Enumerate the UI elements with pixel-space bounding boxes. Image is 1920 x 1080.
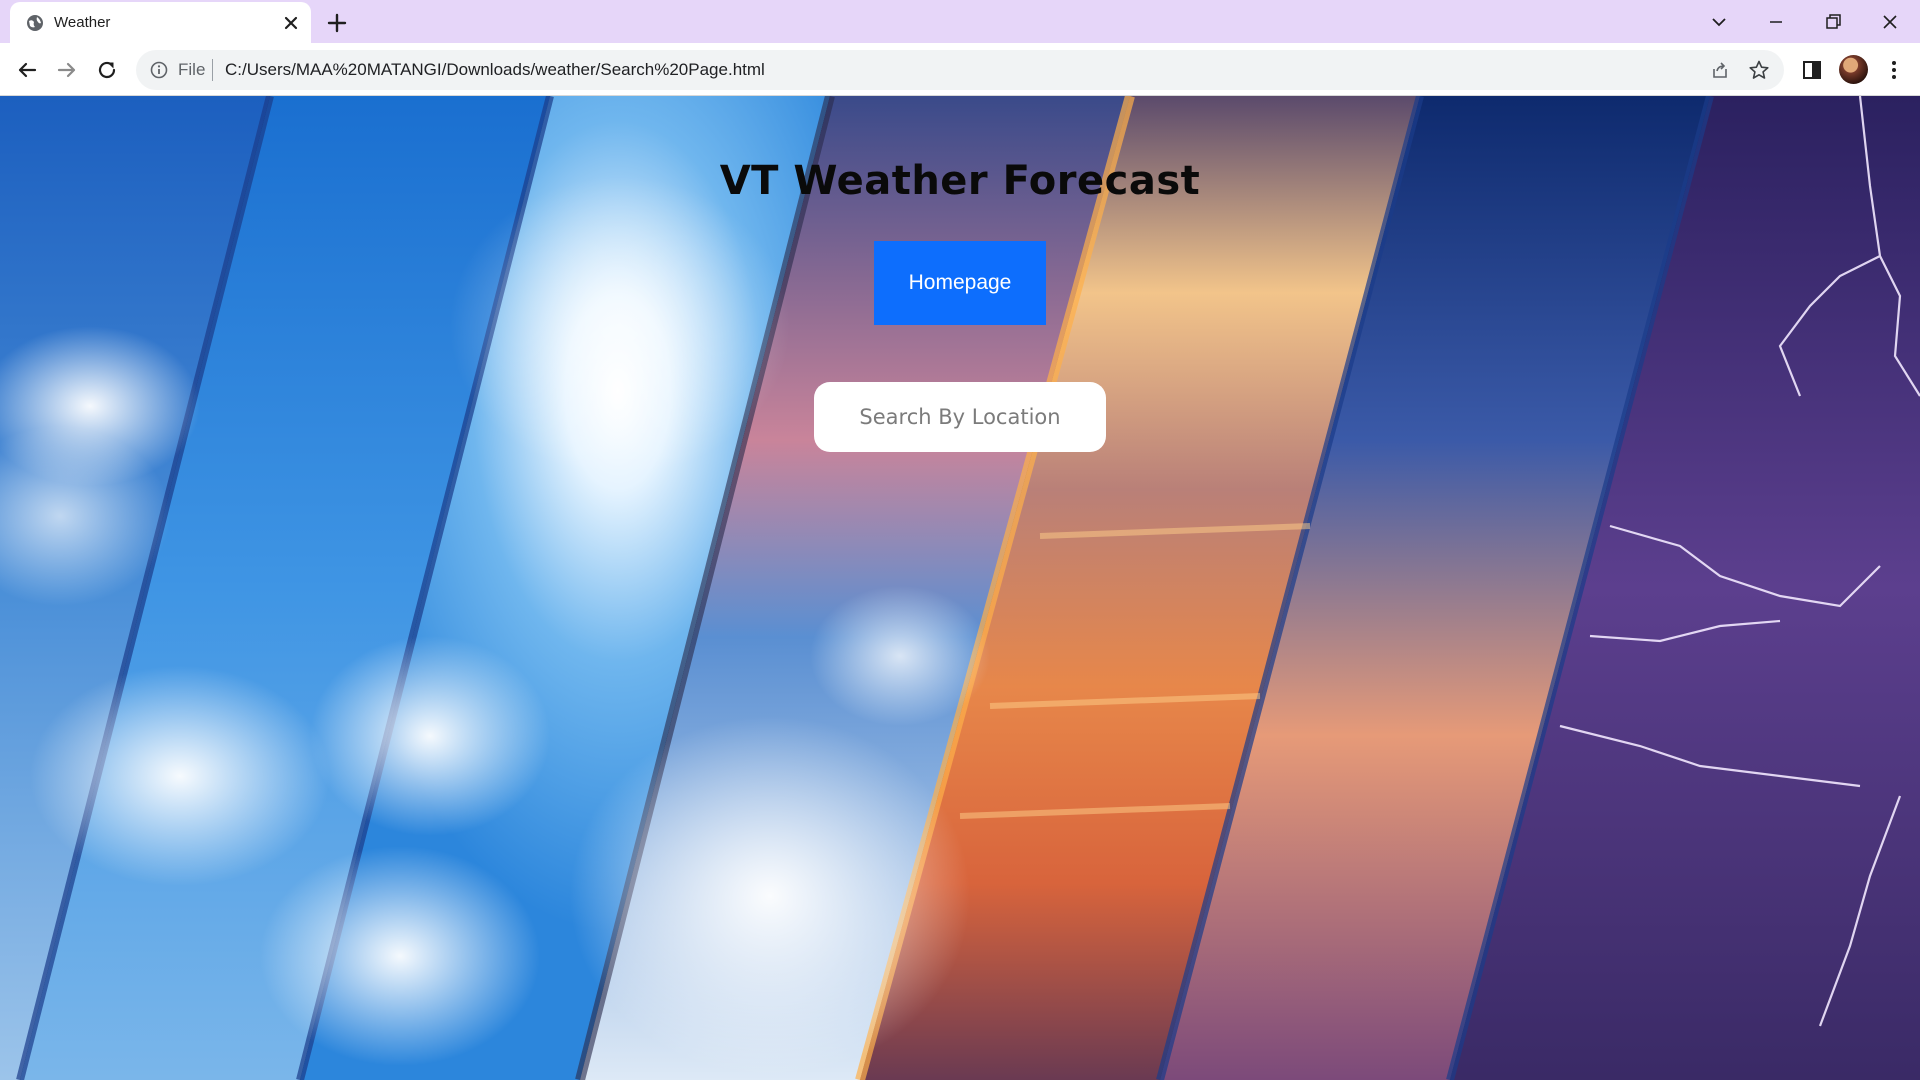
globe-icon — [27, 15, 43, 31]
address-separator — [212, 59, 213, 81]
share-icon[interactable] — [1710, 60, 1730, 80]
info-icon[interactable] — [150, 61, 168, 79]
reload-icon[interactable] — [93, 56, 121, 84]
arrow-left-icon[interactable] — [13, 56, 41, 84]
arrow-right-icon[interactable] — [53, 56, 81, 84]
close-icon[interactable] — [280, 12, 302, 34]
minimize-icon[interactable] — [1762, 8, 1790, 36]
chevron-down-icon[interactable] — [1705, 8, 1733, 36]
search-location-input[interactable] — [814, 382, 1106, 452]
kebab-menu-icon[interactable] — [1880, 56, 1908, 84]
side-panel-icon[interactable] — [1798, 56, 1826, 84]
address-scheme: File — [178, 60, 206, 79]
page-viewport: VT Weather Forecast Homepage — [0, 96, 1920, 1080]
star-icon[interactable] — [1748, 59, 1770, 81]
browser-toolbar: File C:/Users/MAA%20MATANGI/Downloads/we… — [0, 43, 1920, 96]
tab-title: Weather — [54, 14, 111, 31]
address-url[interactable]: C:/Users/MAA%20MATANGI/Downloads/weather… — [225, 60, 765, 80]
homepage-button[interactable]: Homepage — [874, 241, 1046, 325]
search-box — [814, 382, 1106, 452]
close-window-icon[interactable] — [1876, 8, 1904, 36]
avatar[interactable] — [1839, 55, 1868, 84]
browser-tab[interactable]: Weather — [10, 2, 311, 43]
restore-icon[interactable] — [1819, 8, 1847, 36]
plus-icon[interactable] — [324, 10, 350, 36]
address-bar[interactable]: File C:/Users/MAA%20MATANGI/Downloads/we… — [136, 50, 1784, 90]
tab-strip: Weather — [0, 0, 1920, 43]
page-title: VT Weather Forecast — [719, 158, 1201, 204]
